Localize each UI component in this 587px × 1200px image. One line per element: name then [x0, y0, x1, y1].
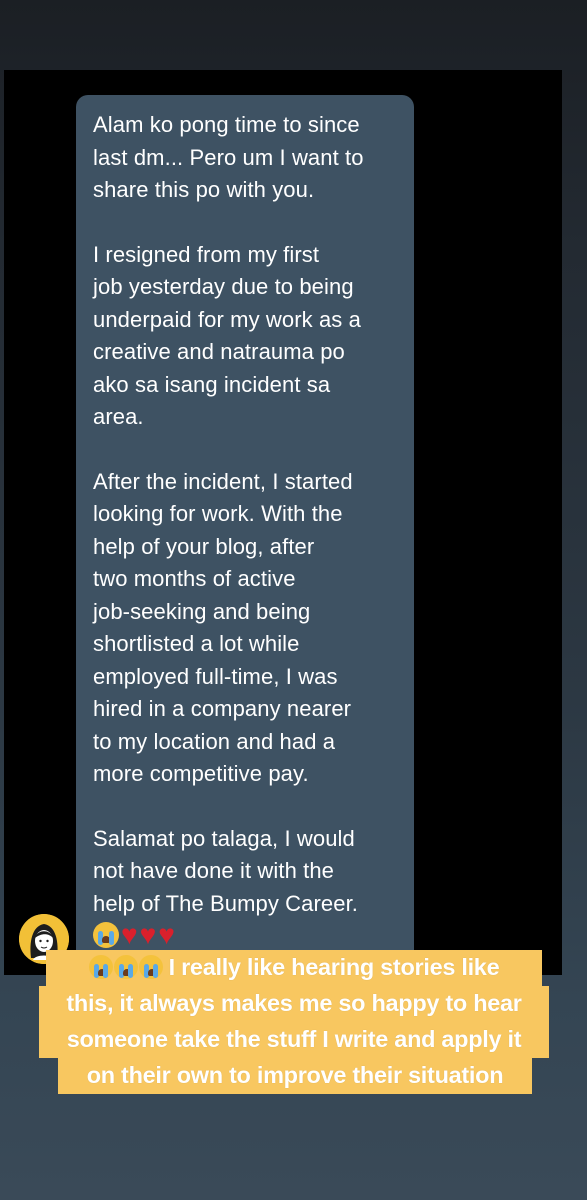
caption-line: this, it always makes me so happy to hea…: [39, 986, 549, 1022]
message-reactions: ♥ ♥ ♥: [93, 921, 175, 949]
caption-line: I really like hearing stories like: [46, 950, 542, 986]
heart-icon: ♥: [158, 919, 175, 950]
message-paragraph: After the incident, I started looking fo…: [93, 468, 353, 787]
message-paragraph: I resigned from my first job yesterday d…: [93, 241, 361, 430]
caption-overlay: I really like hearing stories like this,…: [39, 950, 549, 1098]
crying-face-icon: [138, 955, 163, 979]
caption-text: I really like hearing stories like: [168, 954, 500, 980]
message-paragraph: Alam ko pong time to since last dm... Pe…: [93, 112, 364, 202]
crying-face-icon: [93, 922, 119, 948]
message-bubble[interactable]: Alam ko pong time to since last dm... Pe…: [76, 95, 414, 965]
crying-face-icon: [88, 955, 113, 979]
caption-line: on their own to improve their situation: [58, 1058, 532, 1094]
heart-icon: ♥: [139, 919, 157, 950]
heart-icon: ♥: [121, 919, 138, 950]
crying-face-icon: [113, 955, 138, 979]
caption-line: someone take the stuff I write and apply…: [39, 1022, 549, 1058]
caption-emoji-group: [88, 955, 163, 979]
message-paragraph: Salamat po talaga, I would not have done…: [93, 825, 359, 916]
